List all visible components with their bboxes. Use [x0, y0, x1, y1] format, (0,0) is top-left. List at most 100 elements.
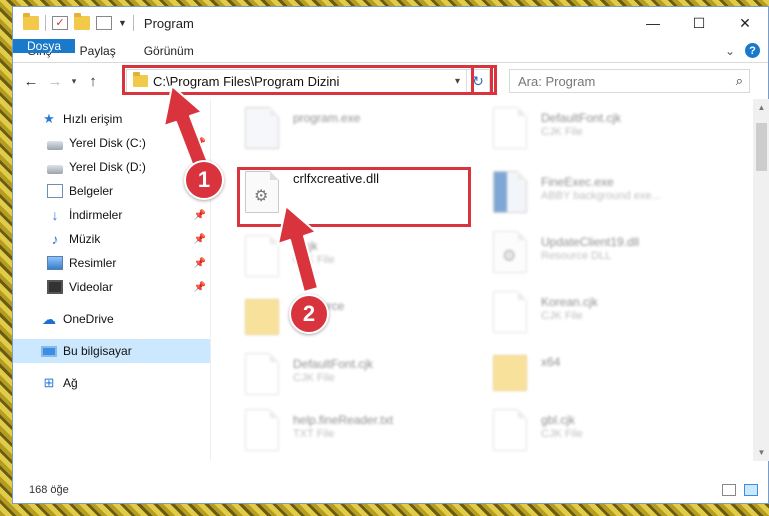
- file-type: ABBY background exe...: [541, 190, 661, 202]
- list-item[interactable]: Korean.cjk CJK File: [493, 291, 598, 333]
- divider: [132, 15, 134, 31]
- sidebar-item-network[interactable]: ⊞ Ağ: [13, 371, 210, 395]
- file-type: TXT File: [293, 428, 335, 440]
- sidebar-item-local-disk-c[interactable]: Yerel Disk (C:) 📌: [13, 131, 210, 155]
- sidebar-item-quick-access[interactable]: ★ Hızlı erişim: [13, 107, 210, 131]
- maximize-button[interactable]: ☐: [676, 7, 722, 39]
- new-folder-icon[interactable]: [74, 13, 90, 30]
- sidebar-item-this-pc[interactable]: Bu bilgisayar: [13, 339, 210, 363]
- drive-icon: [47, 164, 63, 174]
- file-icon: [493, 107, 527, 149]
- recent-locations-icon[interactable]: ▾: [67, 76, 81, 87]
- list-item[interactable]: ⚙ UpdateClient19.dll Resource DLL: [493, 231, 639, 273]
- back-button[interactable]: ←: [19, 69, 43, 93]
- sidebar-item-documents[interactable]: Belgeler 📌: [13, 179, 210, 203]
- file-type: CJK File: [293, 254, 335, 266]
- list-item[interactable]: x64: [493, 351, 560, 391]
- file-icon: [493, 409, 527, 451]
- sidebar-item-label: OneDrive: [63, 312, 114, 326]
- tab-view[interactable]: Görünüm: [130, 39, 208, 62]
- up-button[interactable]: ↑: [81, 69, 105, 93]
- gear-icon: ⚙: [502, 248, 517, 265]
- search-icon[interactable]: ⌕: [736, 73, 743, 89]
- scrollbar-thumb[interactable]: [756, 123, 767, 171]
- list-item[interactable]: help.fineReader.txt TXT File: [245, 409, 393, 451]
- sidebar-item-label: Ağ: [63, 376, 78, 390]
- videos-icon: [47, 280, 63, 294]
- pin-icon: 📌: [193, 137, 206, 149]
- download-icon: ↓: [51, 207, 59, 223]
- network-icon: ⊞: [43, 375, 55, 390]
- sidebar-item-local-disk-d[interactable]: Yerel Disk (D:) 📌: [13, 155, 210, 179]
- file-icon: [493, 291, 527, 333]
- file-name: ...cjk: [293, 239, 318, 253]
- sidebar-item-downloads[interactable]: ↓ İndirmeler 📌: [13, 203, 210, 227]
- file-name: gbl.cjk: [541, 413, 576, 427]
- sidebar-item-label: Hızlı erişim: [63, 112, 123, 126]
- pin-icon: 📌: [193, 233, 206, 245]
- file-type: CJK File: [541, 428, 583, 440]
- file-name: program.exe: [293, 111, 361, 125]
- file-type: CJK File: [541, 126, 583, 138]
- sidebar-item-label: Resimler: [69, 256, 117, 270]
- customize-icon[interactable]: [96, 16, 112, 30]
- sidebar-item-onedrive[interactable]: ☁ OneDrive: [13, 307, 210, 331]
- drive-icon: [47, 140, 63, 150]
- sidebar-item-label: Yerel Disk (C:): [69, 136, 146, 150]
- properties-check-icon[interactable]: ✓: [52, 16, 68, 30]
- folder-icon: [245, 299, 279, 335]
- sidebar-item-videos[interactable]: Videolar 📌: [13, 275, 210, 299]
- forward-button[interactable]: →: [43, 69, 67, 93]
- details-view-icon[interactable]: [722, 484, 736, 496]
- vertical-scrollbar[interactable]: ▲ ▼: [753, 99, 769, 461]
- file-type: CJK File: [293, 372, 335, 384]
- folder-icon: [23, 13, 39, 30]
- file-name: UpdateClient19.dll: [541, 235, 640, 249]
- address-highlight-box: [122, 65, 493, 95]
- large-icons-view-icon[interactable]: [744, 484, 758, 496]
- search-input[interactable]: Ara: Program ⌕: [509, 69, 750, 93]
- quick-access-dropdown-icon[interactable]: ▼: [118, 18, 127, 28]
- navigation-bar: ← → ▾ ↑ C:\Program Files\Program Dizini …: [13, 63, 768, 99]
- pin-icon: 📌: [193, 257, 206, 269]
- file-name: Korean.cjk: [541, 295, 598, 309]
- help-icon[interactable]: ?: [745, 43, 760, 58]
- folder-icon: [493, 355, 527, 391]
- documents-icon: [47, 184, 63, 198]
- file-icon: [245, 409, 279, 451]
- list-item[interactable]: DefaultFont.cjk CJK File: [245, 353, 373, 395]
- close-button[interactable]: ✕: [722, 7, 768, 39]
- sidebar-item-music[interactable]: ♪ Müzik 📌: [13, 227, 210, 251]
- pictures-icon: [47, 256, 63, 270]
- tab-file[interactable]: Dosya: [13, 39, 76, 53]
- sidebar-item-pictures[interactable]: Resimler 📌: [13, 251, 210, 275]
- list-item[interactable]: ...cjk CJK File: [245, 235, 335, 277]
- scroll-down-icon[interactable]: ▼: [753, 444, 769, 461]
- list-item[interactable]: gbl.cjk CJK File: [493, 409, 583, 451]
- list-item[interactable]: FineExec.exe ABBY background exe...: [493, 171, 661, 213]
- file-name: x64: [541, 355, 561, 369]
- divider: [45, 15, 46, 31]
- sidebar-item-label: Belgeler: [69, 184, 114, 198]
- minimize-button[interactable]: —: [630, 7, 676, 39]
- file-highlight-box: [237, 167, 471, 227]
- file-name: DefaultFont.cjk: [293, 357, 374, 371]
- scroll-up-icon[interactable]: ▲: [753, 99, 769, 116]
- file-list: program.exe ⚙ crlfxcreative.dll ...cjk C…: [211, 99, 769, 461]
- list-item[interactable]: program.exe: [245, 107, 360, 149]
- content-area: ★ Hızlı erişim Yerel Disk (C:) 📌 Yerel D…: [13, 99, 769, 461]
- tab-share[interactable]: Paylaş: [66, 39, 130, 62]
- pin-icon: 📌: [193, 281, 206, 293]
- file-type: Resource DLL: [541, 250, 612, 262]
- explorer-window: ✓ ▼ Program — ☐ ✕ Dosya Giriş Paylaş Gör…: [12, 6, 769, 504]
- exe-file-icon: [245, 107, 279, 149]
- list-item[interactable]: DefaultFont.cjk CJK File: [493, 107, 621, 149]
- step-1-badge: 1: [184, 160, 224, 200]
- title-bar: ✓ ▼ Program — ☐ ✕: [13, 7, 768, 39]
- computer-icon: [41, 345, 57, 357]
- status-bar: 168 öğe: [13, 477, 769, 503]
- sidebar-item-label: Videolar: [69, 280, 113, 294]
- ribbon-expand-icon[interactable]: ⌄: [725, 44, 735, 58]
- step-2-badge: 2: [289, 294, 329, 334]
- navigation-pane: ★ Hızlı erişim Yerel Disk (C:) 📌 Yerel D…: [13, 99, 211, 461]
